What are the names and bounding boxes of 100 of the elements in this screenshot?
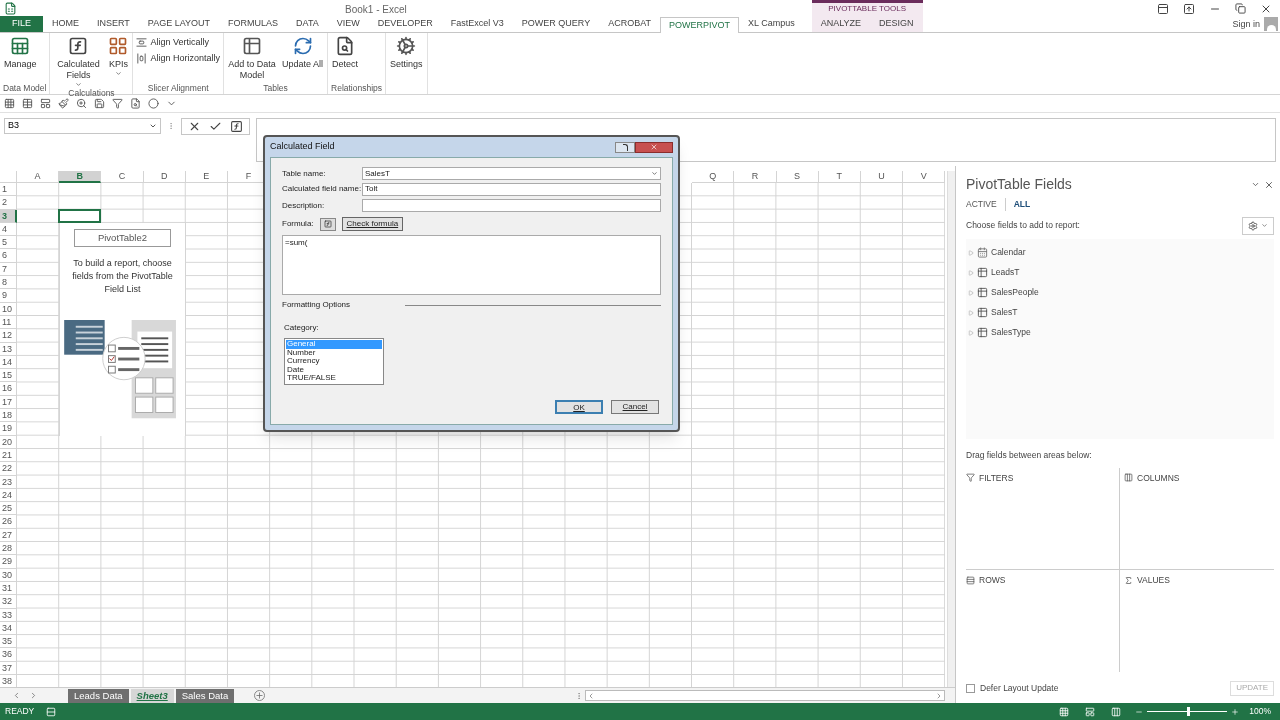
table-name-dropdown[interactable]: SalesT	[362, 167, 661, 180]
row-header[interactable]: 37	[0, 661, 17, 675]
horizontal-scrollbar[interactable]	[585, 690, 945, 701]
row-header[interactable]: 33	[0, 608, 17, 622]
row-header[interactable]: 30	[0, 568, 17, 582]
ribbon-tab[interactable]: FILE	[0, 16, 43, 32]
ribbon-tab[interactable]: DEVELOPER	[368, 16, 442, 32]
field-name-input[interactable]: Tolt	[362, 182, 661, 196]
ribbon-tab[interactable]: FORMULAS	[219, 16, 288, 32]
grid-icon[interactable]	[4, 98, 15, 109]
close-button[interactable]	[635, 141, 673, 153]
save-icon[interactable]	[94, 98, 105, 109]
ribbon-tab[interactable]: POWER QUERY	[512, 16, 600, 32]
field-list-item[interactable]: SalesType	[968, 326, 1274, 339]
row-header[interactable]: 36	[0, 648, 17, 662]
row-header[interactable]: 23	[0, 475, 17, 489]
cancel-icon[interactable]	[188, 120, 201, 133]
row-header[interactable]: 20	[0, 435, 17, 449]
row-header[interactable]: 26	[0, 515, 17, 529]
list-item[interactable]: Currency	[286, 357, 382, 366]
column-header[interactable]: C	[101, 171, 144, 183]
circle-icon[interactable]	[148, 98, 159, 109]
row-header[interactable]: 10	[0, 302, 17, 316]
field-area[interactable]: ROWS	[966, 569, 1120, 672]
row-header[interactable]: 31	[0, 581, 17, 596]
help-button[interactable]	[615, 141, 635, 153]
ribbon-tab[interactable]: DATA	[287, 16, 328, 32]
brush-icon[interactable]	[58, 98, 69, 109]
ribbon-tab[interactable]: PAGE LAYOUT	[138, 16, 220, 32]
macro-record-icon[interactable]	[46, 706, 57, 717]
enter-icon[interactable]	[209, 120, 222, 133]
field-area[interactable]: FILTERS	[966, 467, 1120, 569]
column-header[interactable]: T	[818, 171, 861, 183]
close-icon[interactable]	[1264, 179, 1274, 190]
column-header[interactable]: S	[776, 171, 819, 183]
restore-ribbon-icon[interactable]	[1183, 2, 1195, 15]
dialog-button[interactable]: Cancel	[611, 400, 659, 414]
ribbon-tab[interactable]: FastExcel V3	[441, 16, 513, 32]
ribbon-button[interactable]: Calculated Fields	[53, 36, 104, 88]
ribbon-button[interactable]: Add to Data Model	[227, 36, 277, 83]
next-sheet-icon[interactable]	[29, 691, 38, 700]
sheet-tab[interactable]: Leads Data	[68, 688, 129, 703]
previous-sheet-icon[interactable]	[12, 691, 21, 700]
ribbon-tab[interactable]: XL Campus	[739, 16, 804, 32]
row-header[interactable]: 4	[0, 222, 17, 237]
ribbon-tab[interactable]: ANALYZE	[811, 16, 871, 32]
category-list[interactable]: General Number Currency Date TRUE/FALSE	[284, 338, 384, 385]
row-header[interactable]: 35	[0, 635, 17, 649]
check-formula-button[interactable]: Check formula	[341, 217, 404, 231]
field-list-item[interactable]: LeadsT	[968, 266, 1274, 279]
ribbon-tab[interactable]: ACROBAT	[599, 16, 660, 32]
row-header[interactable]: 12	[0, 329, 17, 343]
ribbon-display-icon[interactable]	[1157, 2, 1169, 15]
field-area[interactable]: VALUES	[1120, 569, 1274, 672]
column-header[interactable]: B	[59, 171, 102, 183]
row-header[interactable]: 34	[0, 621, 17, 636]
page-break-icon[interactable]	[1111, 706, 1122, 717]
sheet-tab[interactable]: Sales Data	[175, 688, 235, 703]
name-box[interactable]: B3	[4, 118, 161, 134]
list-item[interactable]: TRUE/FALSE	[286, 374, 382, 383]
insert-function-icon[interactable]	[230, 120, 243, 133]
description-input[interactable]	[362, 199, 661, 212]
tools-button[interactable]	[1242, 216, 1274, 235]
ribbon-tab[interactable]: INSERT	[88, 16, 139, 32]
row-header[interactable]: 2	[0, 196, 17, 210]
ribbon-button[interactable]: Update All	[281, 36, 325, 83]
add-sheet-icon[interactable]	[254, 690, 266, 701]
ribbon-tab[interactable]: VIEW	[327, 16, 369, 32]
restore-icon[interactable]	[1235, 3, 1246, 14]
vertical-scrollbar[interactable]	[947, 171, 955, 687]
panel-icon[interactable]	[40, 98, 51, 109]
zoom-icon[interactable]	[76, 98, 87, 109]
row-header[interactable]: 7	[0, 262, 17, 277]
ribbon-button[interactable]: Settings	[389, 36, 424, 94]
caret-icon[interactable]	[1251, 180, 1260, 189]
list-item[interactable]: Date	[286, 365, 382, 374]
ribbon-button[interactable]: KPIs	[107, 36, 130, 88]
row-header[interactable]: 22	[0, 462, 17, 476]
field-area[interactable]: COLUMNS	[1120, 467, 1274, 569]
field-list-item[interactable]: SalesT	[968, 306, 1274, 319]
row-header[interactable]: 8	[0, 276, 17, 290]
column-header[interactable]: U	[860, 171, 904, 183]
zoom-in-icon[interactable]	[1231, 707, 1240, 716]
page-layout-icon[interactable]	[1085, 706, 1096, 717]
field-list-item[interactable]: Calendar	[968, 246, 1274, 259]
row-header[interactable]: 13	[0, 342, 17, 356]
ribbon-tab[interactable]: DESIGN	[870, 16, 923, 32]
column-header[interactable]: V	[903, 171, 946, 183]
row-header[interactable]: 27	[0, 528, 17, 542]
document-search-icon[interactable]	[130, 98, 141, 109]
row-header[interactable]: 21	[0, 448, 17, 463]
row-header[interactable]: 19	[0, 422, 17, 436]
ribbon-button[interactable]: Align Vertically	[136, 36, 220, 50]
filter-icon[interactable]	[112, 98, 123, 109]
ribbon-button[interactable]: Manage	[3, 36, 38, 83]
row-header[interactable]: 9	[0, 289, 17, 303]
column-header[interactable]: R	[734, 171, 777, 183]
active-cell[interactable]	[58, 208, 102, 223]
panel-tab[interactable]: ALL	[1004, 198, 1031, 211]
ribbon-button[interactable]: Align Horizontally	[136, 51, 220, 65]
